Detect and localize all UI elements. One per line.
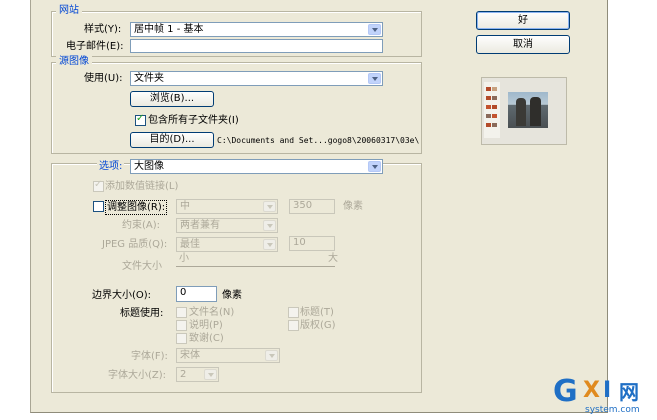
title-filename-label: 文件名(N) xyxy=(189,307,235,318)
constrain-select[interactable]: 两者兼有 xyxy=(176,218,278,233)
jpeg-quality-number: 10 xyxy=(293,237,306,248)
chevron-down-icon[interactable] xyxy=(368,161,381,172)
title-caption-checkbox[interactable] xyxy=(176,320,187,331)
chevron-down-icon[interactable] xyxy=(265,350,278,361)
constrain-value: 两者兼有 xyxy=(180,220,220,231)
watermark-logo: G X I 网 system.com xyxy=(553,376,657,420)
border-size-unit: 像素 xyxy=(222,290,242,301)
email-field[interactable] xyxy=(130,39,383,53)
destination-button[interactable]: 目的(D)... xyxy=(130,132,214,148)
add-numeric-links-checkbox[interactable] xyxy=(93,179,104,192)
preview-thumb-9 xyxy=(486,123,491,127)
preview-main-photo xyxy=(508,92,548,128)
watermark-letter-g: G xyxy=(553,374,578,409)
gallery-preview-thumbnail xyxy=(481,77,567,145)
preview-thumb-8 xyxy=(492,114,497,118)
resize-pixels-value: 350 xyxy=(293,200,313,211)
resize-pixels-field[interactable]: 350 xyxy=(289,199,335,214)
preview-thumb-3 xyxy=(486,96,491,100)
use-select[interactable]: 文件夹 xyxy=(130,71,383,86)
preview-thumb-1 xyxy=(486,87,491,91)
jpeg-quality-label: JPEG 品质(Q): xyxy=(102,239,168,250)
constrain-label: 约束(A): xyxy=(122,220,161,231)
resize-size-select[interactable]: 中 xyxy=(176,199,278,214)
title-credits-label: 致谢(C) xyxy=(189,333,224,344)
file-size-small-label: 小 xyxy=(179,253,189,264)
preview-thumb-10 xyxy=(492,123,497,127)
chevron-down-icon[interactable] xyxy=(263,220,276,231)
destination-path: C:\Documents and Set...gogo8\20060317\03… xyxy=(217,136,420,145)
border-size-value: 0 xyxy=(180,287,187,298)
email-label: 电子邮件(E): xyxy=(66,41,124,52)
preview-thumb-5 xyxy=(486,105,491,109)
chevron-down-icon[interactable] xyxy=(204,369,217,380)
chevron-down-icon[interactable] xyxy=(263,201,276,212)
preview-thumb-2 xyxy=(492,87,497,91)
resize-size-value: 中 xyxy=(180,201,190,212)
style-label: 样式(Y): xyxy=(84,24,122,35)
style-select-value: 居中帧 1 - 基本 xyxy=(134,24,204,35)
watermark-chinese: 网 xyxy=(619,380,639,404)
preview-person-1 xyxy=(516,98,526,126)
file-size-large-label: 大 xyxy=(328,253,338,264)
title-credits-checkbox[interactable] xyxy=(176,333,187,344)
title-copyright-checkbox[interactable] xyxy=(288,320,299,331)
font-size-label: 字体大小(Z): xyxy=(108,370,167,381)
use-select-value: 文件夹 xyxy=(134,73,164,84)
jpeg-quality-number-field[interactable]: 10 xyxy=(289,236,335,251)
source-group-legend: 源图像 xyxy=(56,56,92,68)
title-title-checkbox[interactable] xyxy=(288,307,299,318)
site-group-legend: 网站 xyxy=(56,5,82,17)
web-photo-gallery-dialog: 网站 样式(Y): 居中帧 1 - 基本 电子邮件(E): 源图像 使用(U):… xyxy=(30,0,608,413)
add-numeric-links-label: 添加数值链接(L) xyxy=(105,181,179,192)
preview-thumb-4 xyxy=(492,96,497,100)
ok-button[interactable]: 好 xyxy=(476,11,570,30)
options-label: 选项: xyxy=(97,160,125,173)
cancel-button[interactable]: 取消 xyxy=(476,35,570,54)
chevron-down-icon[interactable] xyxy=(368,73,381,84)
chevron-down-icon[interactable] xyxy=(263,239,276,250)
use-label: 使用(U): xyxy=(84,73,123,84)
title-caption-label: 说明(P) xyxy=(189,320,223,331)
resize-images-checkbox[interactable] xyxy=(93,201,104,212)
font-size-select[interactable]: 2 xyxy=(176,367,219,382)
file-size-slider[interactable] xyxy=(176,266,335,267)
preview-thumb-6 xyxy=(492,105,497,109)
font-value: 宋体 xyxy=(180,350,200,361)
preview-thumb-7 xyxy=(486,114,491,118)
resize-images-label: 调整图像(R): xyxy=(105,200,168,215)
preview-person-2 xyxy=(530,97,541,126)
include-subfolders-checkbox[interactable] xyxy=(135,113,146,126)
options-select[interactable]: 大图像 xyxy=(130,159,383,174)
font-size-value: 2 xyxy=(180,369,187,380)
chevron-down-icon[interactable] xyxy=(368,24,381,35)
watermark-url: system.com xyxy=(585,405,640,415)
jpeg-quality-select[interactable]: 最佳 xyxy=(176,237,278,252)
border-size-label: 边界大小(O): xyxy=(92,290,152,301)
title-title-label: 标题(T) xyxy=(300,307,334,318)
titles-use-label: 标题使用: xyxy=(120,308,164,319)
title-filename-checkbox[interactable] xyxy=(176,307,187,318)
style-select[interactable]: 居中帧 1 - 基本 xyxy=(130,22,383,37)
resize-pixels-unit: 像素 xyxy=(343,201,363,212)
jpeg-quality-value: 最佳 xyxy=(180,239,200,250)
font-select[interactable]: 宋体 xyxy=(176,348,280,363)
include-subfolders-label: 包含所有子文件夹(I) xyxy=(148,115,239,126)
file-size-label: 文件大小 xyxy=(122,261,162,272)
font-label: 字体(F): xyxy=(131,351,168,362)
title-copyright-label: 版权(G) xyxy=(300,320,336,331)
border-size-field[interactable]: 0 xyxy=(176,286,217,302)
browse-button[interactable]: 浏览(B)... xyxy=(130,91,214,107)
options-select-value: 大图像 xyxy=(134,161,164,172)
watermark-letter-x: X xyxy=(583,378,600,403)
watermark-letter-i: I xyxy=(603,378,612,403)
